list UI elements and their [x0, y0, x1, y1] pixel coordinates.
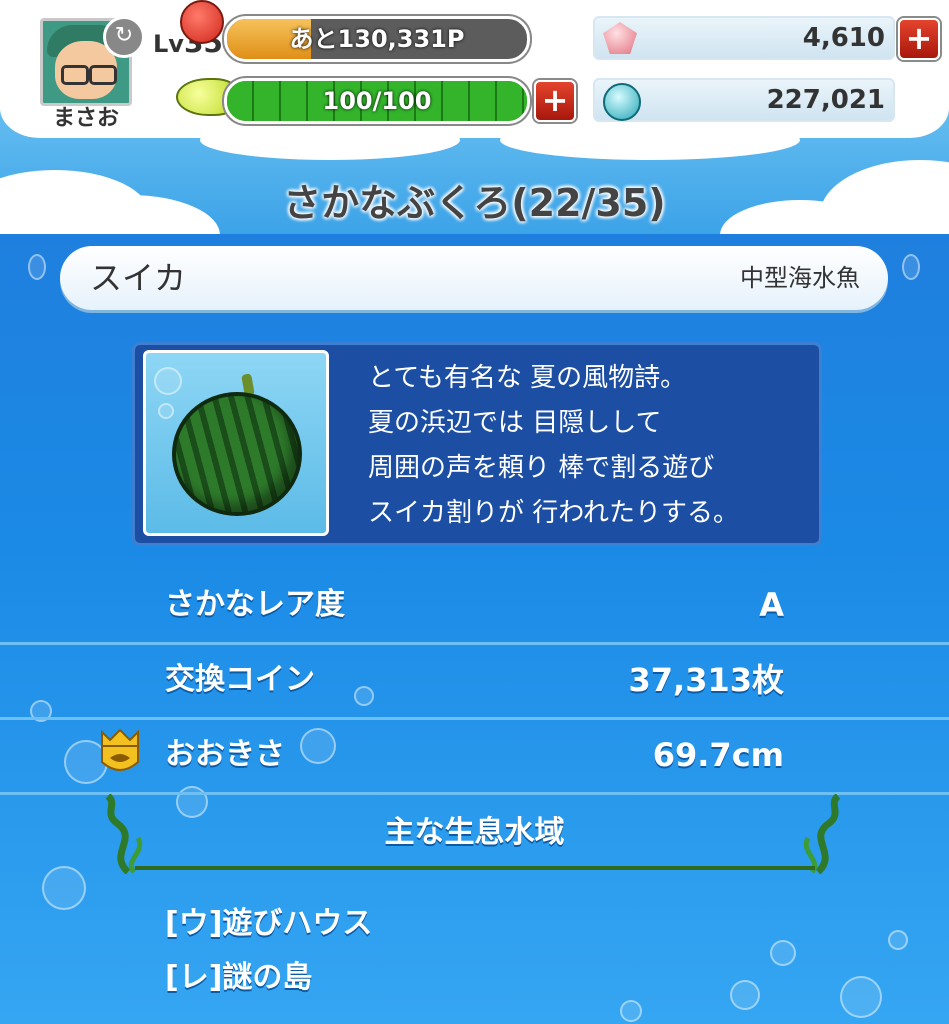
- size-row: おおきさ 69.7cm: [0, 718, 949, 795]
- rarity-label: さかなレア度: [165, 587, 345, 622]
- add-gems-button[interactable]: +: [898, 18, 940, 60]
- page-title: さかなぶくろ(22/35): [283, 181, 666, 225]
- bubble: [888, 930, 908, 950]
- watermelon-icon: [172, 392, 302, 516]
- description-line: スイカ割りが 行われたりする。: [368, 498, 739, 528]
- crown-badge-icon: [101, 728, 139, 771]
- bubble: [620, 1000, 642, 1022]
- coins-label: 交換コイン: [165, 662, 315, 697]
- stamina-bar: 100/100: [224, 78, 530, 124]
- gem-count: 4,610: [802, 23, 885, 53]
- add-stamina-button[interactable]: +: [534, 80, 576, 122]
- glasses-icon: [61, 65, 89, 85]
- gem-icon: [603, 22, 637, 54]
- rarity-value: A: [759, 586, 784, 624]
- bubble: [902, 254, 920, 280]
- coin-icon: [603, 83, 641, 121]
- coins-row: 交換コイン 37,313枚: [0, 643, 949, 720]
- fish-name: スイカ: [90, 259, 187, 297]
- description-line: 夏の浜辺では 目隠しして: [368, 408, 662, 438]
- bubble: [42, 866, 86, 910]
- fish-type: 中型海水魚: [740, 264, 860, 292]
- bubble: [840, 976, 882, 1018]
- cloud: [200, 120, 460, 160]
- bubble: [28, 254, 46, 280]
- fish-description: とても有名な 夏の風物詩。 夏の浜辺では 目隠しして 周囲の声を頼り 棒で割る遊…: [368, 356, 808, 536]
- description-line: とても有名な 夏の風物詩。: [368, 363, 687, 393]
- exp-bar: あと130,331P: [224, 16, 530, 62]
- habitat-divider: [135, 866, 815, 870]
- glasses-icon: [89, 65, 117, 85]
- coins-value: 37,313枚: [628, 661, 785, 699]
- size-label: おおきさ: [165, 737, 285, 772]
- bubble: [730, 980, 760, 1010]
- bubble: [154, 367, 182, 395]
- bobber-icon: [180, 0, 224, 44]
- exp-text: あと130,331P: [289, 25, 465, 53]
- habitat-location: [ウ]遊びハウス: [165, 906, 373, 941]
- description-line: 周囲の声を頼り 棒で割る遊び: [368, 453, 715, 483]
- size-value: 69.7cm: [652, 736, 784, 774]
- refresh-icon[interactable]: ↻: [103, 16, 145, 58]
- gem-counter: 4,610: [593, 16, 895, 60]
- cloud: [500, 120, 800, 160]
- level-prefix: Lv: [153, 30, 184, 58]
- rarity-row: さかなレア度 A: [0, 568, 949, 645]
- habitat-heading: 主な生息水域: [384, 815, 565, 850]
- coin-counter: 227,021: [593, 78, 895, 122]
- bubble: [158, 403, 174, 419]
- coin-count: 227,021: [766, 85, 885, 115]
- player-name: まさお: [52, 106, 119, 131]
- habitat-location: [レ]謎の島: [165, 960, 313, 995]
- stamina-text: 100/100: [322, 87, 432, 115]
- fish-name-bar: スイカ 中型海水魚: [60, 246, 888, 310]
- bubble: [770, 940, 796, 966]
